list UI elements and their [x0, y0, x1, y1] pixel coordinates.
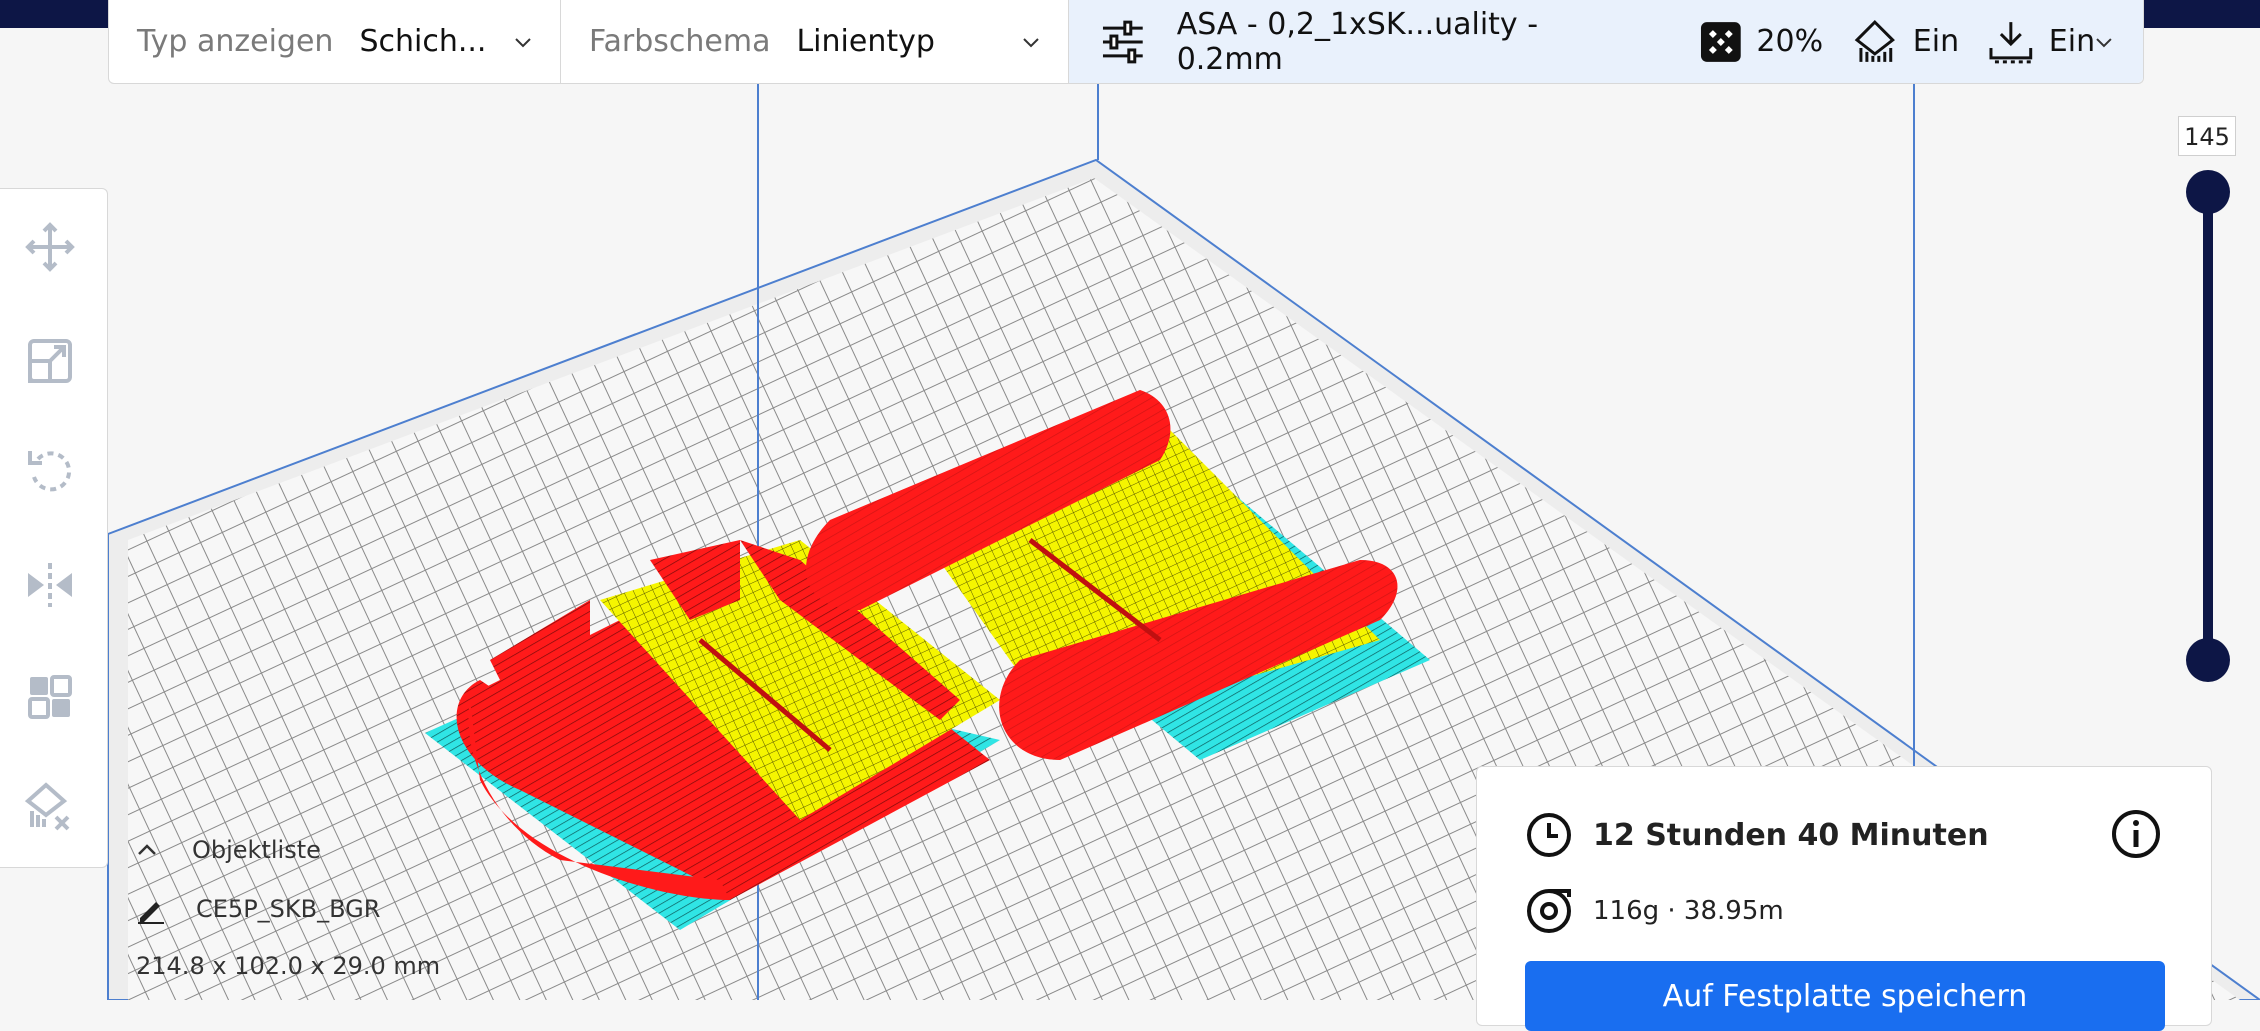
- profile-name: ASA - 0,2_1xSK...uality - 0.2mm: [1176, 6, 1539, 77]
- layer-number-input[interactable]: 145: [2178, 116, 2236, 156]
- material-usage: 116g · 38.95m: [1593, 896, 1784, 926]
- object-name: CE5P_SKB_BGR: [196, 895, 381, 923]
- sliders-icon: [1102, 20, 1143, 63]
- chevron-down-icon: [515, 37, 531, 47]
- chevron-up-icon: [138, 844, 156, 855]
- infill-icon: [1700, 21, 1741, 62]
- view-type-dropdown[interactable]: Typ anzeigen Schich...: [109, 0, 561, 83]
- scale-icon[interactable]: [24, 335, 76, 387]
- print-time-row: 12 Stunden 40 Minuten: [1525, 811, 1989, 859]
- view-toolbar: Typ anzeigen Schich... Farbschema Linien…: [108, 0, 2144, 84]
- tool-panel: [0, 188, 108, 868]
- object-dimensions-row: 214.8 x 102.0 x 29.0 mm: [136, 952, 536, 980]
- object-item[interactable]: CE5P_SKB_BGR: [136, 894, 536, 924]
- window-top-band: [2140, 0, 2260, 28]
- material-row: 116g · 38.95m: [1525, 887, 1784, 935]
- clock-icon: [1527, 813, 1571, 857]
- view-type-label: Typ anzeigen: [137, 24, 334, 59]
- pencil-icon: [138, 902, 164, 924]
- per-model-settings-icon[interactable]: [24, 671, 76, 723]
- chevron-down-icon: [2096, 37, 2112, 47]
- object-list-toggle[interactable]: Objektliste: [136, 836, 536, 864]
- view-type-value: Schich...: [359, 24, 487, 59]
- object-list-title: Objektliste: [192, 836, 321, 864]
- color-scheme-value: Linientyp: [796, 24, 935, 59]
- object-list: Objektliste CE5P_SKB_BGR 214.8 x 102.0 x…: [136, 836, 536, 980]
- adhesion-icon: [1989, 21, 2033, 63]
- save-to-disk-button[interactable]: Auf Festplatte speichern: [1525, 961, 2165, 1031]
- print-time: 12 Stunden 40 Minuten: [1593, 817, 1989, 853]
- support-icon: [1854, 19, 1896, 62]
- layer-slider-top-handle[interactable]: [2186, 170, 2230, 214]
- print-settings-button[interactable]: ASA - 0,2_1xSK...uality - 0.2mm 20% Ein …: [1069, 0, 2143, 83]
- color-scheme-dropdown[interactable]: Farbschema Linientyp: [561, 0, 1069, 83]
- support-blocker-icon[interactable]: [24, 781, 76, 833]
- color-scheme-label: Farbschema: [589, 24, 771, 59]
- support-value: Ein: [1912, 24, 1960, 59]
- adhesion-value: Ein: [2048, 24, 2096, 59]
- print-info-panel: 12 Stunden 40 Minuten 116g · 38.95m Auf …: [1476, 766, 2212, 1031]
- object-dimensions: 214.8 x 102.0 x 29.0 mm: [136, 952, 441, 980]
- mirror-icon[interactable]: [24, 559, 76, 611]
- chevron-down-icon: [1023, 37, 1039, 47]
- move-icon[interactable]: [24, 221, 76, 273]
- layer-slider-bottom-handle[interactable]: [2186, 638, 2230, 682]
- infill-value: 20%: [1756, 24, 1824, 59]
- layer-slider-track[interactable]: [2203, 192, 2213, 660]
- rotate-icon[interactable]: [24, 445, 76, 497]
- info-icon[interactable]: [2111, 809, 2161, 859]
- spool-icon: [1527, 889, 1571, 933]
- window-top-band: [0, 0, 108, 28]
